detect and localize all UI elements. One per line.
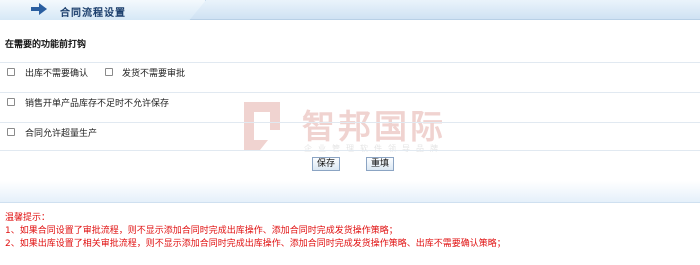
- arrow-right-icon: [31, 3, 47, 15]
- notice-item: 2、如果出库设置了相关审批流程，则不显示添加合同时完成出库操作、添加合同时完成发…: [5, 239, 506, 249]
- option-label: 出库不需要确认: [25, 69, 89, 79]
- option-label: 发货不需要审批: [122, 69, 186, 79]
- checkbox-shipping-no-approval[interactable]: [105, 68, 113, 76]
- checkbox-insufficient-stock-block[interactable]: [7, 98, 15, 106]
- option-label: 合同允许超量生产: [25, 129, 98, 139]
- notice-divider: [0, 181, 700, 203]
- option-row: 合同允许超量生产: [0, 122, 700, 142]
- page-header: 合同流程设置: [0, 0, 700, 20]
- page-title: 合同流程设置: [60, 8, 126, 19]
- save-button[interactable]: 保存: [312, 157, 340, 171]
- option-label: 销售开单产品库存不足时不允许保存: [25, 99, 170, 109]
- divider: [0, 150, 700, 151]
- section-title: 在需要的功能前打钩: [5, 40, 87, 50]
- watermark-slogan: 企业管理软件领导品牌: [304, 144, 444, 153]
- option-row: 出库不需要确认 发货不需要审批: [0, 62, 700, 82]
- option-row: 销售开单产品库存不足时不允许保存: [0, 92, 700, 112]
- checkbox-allow-overproduction[interactable]: [7, 128, 15, 136]
- checkbox-outbound-no-confirm[interactable]: [7, 68, 15, 76]
- notice-item: 1、如果合同设置了审批流程，则不显示添加合同时完成出库操作、添加合同时完成发货操…: [5, 226, 398, 236]
- notice-title: 温馨提示：: [5, 213, 51, 223]
- reset-button[interactable]: 重填: [366, 157, 394, 171]
